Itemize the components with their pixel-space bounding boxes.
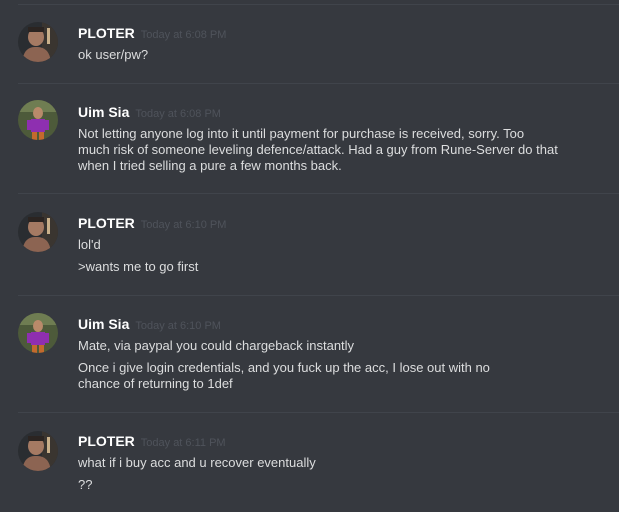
message-content: Mate, via paypal you could chargeback in… [78,338,608,392]
message-header: PLOTER Today at 6:11 PM [78,433,226,451]
purple-character-avatar-icon[interactable] [18,313,58,353]
message-text: ok user/pw? [78,47,149,62]
message-header: PLOTER Today at 6:08 PM [78,25,226,43]
message-text: >wants me to go first [78,259,199,274]
timestamp[interactable]: Today at 6:10 PM [135,320,221,332]
timestamp[interactable]: Today at 6:08 PM [141,29,227,41]
timestamp[interactable]: Today at 6:10 PM [141,219,227,231]
message-divider [18,412,619,413]
message-text: ?? [78,477,93,492]
message-text: much risk of someone leveling defence/at… [78,142,558,157]
message-text: what if i buy acc and u recover eventual… [78,455,316,470]
message-content: lol'd >wants me to go first [78,237,608,275]
username[interactable]: PLOTER [78,433,135,449]
message-header: Uim Sia Today at 6:08 PM [78,104,221,122]
message-text: Mate, via paypal you could chargeback in… [78,338,355,353]
username[interactable]: PLOTER [78,215,135,231]
bald-man-avatar-icon[interactable] [18,212,58,252]
message-content: what if i buy acc and u recover eventual… [78,455,608,493]
message-text: Once i give login credentials, and you f… [78,360,490,375]
message-divider [18,193,619,194]
message-divider [18,4,619,5]
message-text: Not letting anyone log into it until pay… [78,126,525,141]
chat-log: PLOTER Today at 6:08 PM ok user/pw? Uim S… [0,0,619,512]
message-divider [18,83,619,84]
username[interactable]: Uim Sia [78,104,129,120]
message-content: Not letting anyone log into it until pay… [78,126,608,174]
bald-man-avatar-icon[interactable] [18,22,58,62]
message-text: chance of returning to 1def [78,376,233,391]
purple-character-avatar-icon[interactable] [18,100,58,140]
bald-man-avatar-icon[interactable] [18,431,58,471]
message-text: when I tried selling a pure a few months… [78,158,342,173]
timestamp[interactable]: Today at 6:11 PM [141,437,226,449]
message-divider [18,295,619,296]
message-text: lol'd [78,237,101,252]
timestamp[interactable]: Today at 6:08 PM [135,108,221,120]
message-header: Uim Sia Today at 6:10 PM [78,316,221,334]
message-content: ok user/pw? [78,47,608,63]
username[interactable]: Uim Sia [78,316,129,332]
username[interactable]: PLOTER [78,25,135,41]
message-header: PLOTER Today at 6:10 PM [78,215,226,233]
